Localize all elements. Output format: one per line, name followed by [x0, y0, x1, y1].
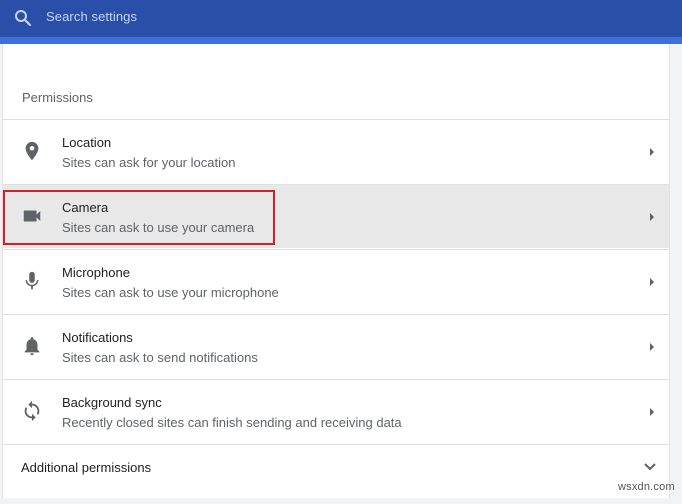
section-title: Permissions — [22, 90, 93, 105]
microphone-icon — [25, 271, 39, 290]
additional-permissions-label[interactable]: Additional permissions — [21, 460, 151, 475]
bell-icon — [24, 337, 40, 356]
permission-row-location[interactable]: Location Sites can ask for your location — [3, 119, 669, 183]
permission-title: Notifications — [62, 330, 133, 345]
watermark: wsxdn.com — [618, 481, 675, 493]
chevron-right-icon — [650, 278, 654, 286]
permission-subtitle: Sites can ask to send notifications — [62, 350, 258, 365]
chevron-down-icon[interactable] — [643, 462, 657, 472]
sync-icon — [24, 400, 40, 422]
top-bar-edge — [0, 37, 682, 44]
location-pin-icon — [25, 141, 39, 161]
chevron-right-icon — [650, 408, 654, 416]
permission-title: Background sync — [62, 395, 162, 410]
camera-highlight-box — [3, 190, 275, 245]
permission-row-notifications[interactable]: Notifications Sites can ask to send noti… — [3, 314, 669, 378]
permission-subtitle: Sites can ask for your location — [62, 155, 236, 170]
chevron-right-icon — [650, 213, 654, 221]
permission-subtitle: Sites can ask to use your microphone — [62, 285, 279, 300]
search-input[interactable]: Search settings — [46, 9, 137, 24]
permission-title: Location — [62, 135, 112, 150]
permissions-card: Permissions Location Sites can ask for y… — [2, 44, 670, 498]
chevron-right-icon — [650, 343, 654, 351]
chevron-right-icon — [650, 148, 654, 156]
permission-title: Microphone — [62, 265, 130, 280]
permission-row-microphone[interactable]: Microphone Sites can ask to use your mic… — [3, 249, 669, 313]
permission-row-background-sync[interactable]: Background sync Recently closed sites ca… — [3, 379, 669, 443]
permission-subtitle: Recently closed sites can finish sending… — [62, 415, 402, 430]
search-icon[interactable] — [13, 8, 33, 28]
